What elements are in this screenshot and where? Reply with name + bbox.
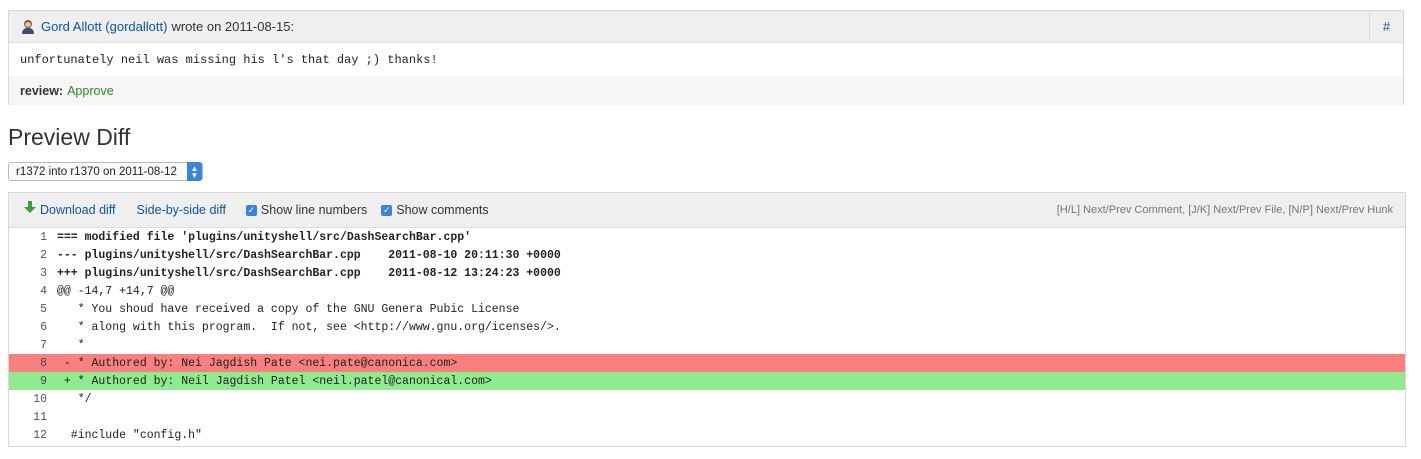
diff-line: 2 --- plugins/unityshell/src/DashSearchBa… bbox=[9, 246, 1405, 264]
line-text: === modified file 'plugins/unityshell/sr… bbox=[57, 230, 472, 244]
show-line-numbers-label: Show line numbers bbox=[260, 203, 368, 217]
diff-line: 10 */ bbox=[9, 390, 1405, 408]
comment-author-link[interactable]: Gord Allott (gordallott) bbox=[41, 19, 167, 34]
comment-permalink[interactable]: # bbox=[1369, 11, 1403, 42]
user-avatar-icon bbox=[21, 19, 35, 34]
review-label: review: bbox=[20, 83, 64, 98]
line-text: * You shoud have received a copy of the … bbox=[57, 302, 520, 316]
comment-box: Gord Allott (gordallott) wrote on 2011-0… bbox=[8, 10, 1404, 105]
line-text: --- plugins/unityshell/src/DashSearchBar… bbox=[57, 248, 561, 262]
comment-footer: review: Approve bbox=[9, 76, 1403, 105]
line-number: 11 bbox=[33, 410, 47, 424]
line-number: 9 bbox=[40, 374, 47, 388]
line-number: 4 bbox=[40, 284, 47, 298]
side-by-side-diff-link[interactable]: Side-by-side diff bbox=[137, 203, 226, 217]
line-text: @@ -14,7 +14,7 @@ bbox=[57, 284, 175, 298]
show-comments-label: Show comments bbox=[396, 203, 489, 217]
keyboard-shortcuts-hint: [H/L] Next/Prev Comment, [J/K] Next/Prev… bbox=[1056, 204, 1393, 216]
review-value: Approve bbox=[67, 83, 114, 98]
diff-line: 5 * You shoud have received a copy of th… bbox=[9, 300, 1405, 318]
line-number: 10 bbox=[33, 392, 47, 406]
revision-select-value: r1372 into r1370 on 2011-08-12 bbox=[16, 165, 177, 178]
select-arrows-icon: ▲ ▼ bbox=[187, 162, 202, 181]
line-number: 3 bbox=[40, 266, 47, 280]
diff-line-added: 9 + * Authored by: Neil Jagdish Patel <n… bbox=[9, 372, 1405, 390]
download-icon bbox=[23, 201, 37, 215]
line-text: * bbox=[57, 338, 85, 352]
comment-header: Gord Allott (gordallott) wrote on 2011-0… bbox=[9, 11, 1403, 43]
line-text: + * Authored by: Neil Jagdish Patel <nei… bbox=[57, 374, 492, 388]
diff-line: 11 bbox=[9, 408, 1405, 426]
diff-line: 6 * along with this program. If not, see… bbox=[9, 318, 1405, 336]
checkbox-checked-icon[interactable]: ✓ bbox=[245, 204, 257, 216]
line-text: */ bbox=[57, 392, 92, 406]
page-title: Preview Diff bbox=[8, 124, 131, 150]
line-number: 6 bbox=[40, 320, 47, 334]
comment-body: unfortunately neil was missing his l's t… bbox=[20, 52, 438, 67]
diff-content: 1 === modified file 'plugins/unityshell/s… bbox=[9, 228, 1405, 444]
comment-date: wrote on 2011-08-15: bbox=[171, 19, 295, 34]
diff-toolbar: Download diff Side-by-side diff ✓ Show l… bbox=[9, 193, 1405, 228]
diff-line: 3 +++ plugins/unityshell/src/DashSearchBa… bbox=[9, 264, 1405, 282]
line-text: - * Authored by: Nei Jagdish Pate <nei.p… bbox=[57, 356, 458, 370]
diff-line-removed: 8 - * Authored by: Nei Jagdish Pate <nei… bbox=[9, 354, 1405, 372]
line-text: * along with this program. If not, see <… bbox=[57, 320, 561, 334]
download-diff-link[interactable]: Download diff bbox=[40, 203, 116, 217]
show-comments-toggle[interactable]: ✓ Show comments bbox=[381, 203, 489, 217]
line-number: 1 bbox=[40, 230, 47, 244]
show-line-numbers-toggle[interactable]: ✓ Show line numbers bbox=[245, 203, 368, 217]
line-number: 12 bbox=[33, 428, 47, 442]
diff-line: 12 #include "config.h" bbox=[9, 426, 1405, 444]
diff-line: 4 @@ -14,7 +14,7 @@ bbox=[9, 282, 1405, 300]
line-number: 7 bbox=[40, 338, 47, 352]
diff-line: 7 * bbox=[9, 336, 1405, 354]
diff-line: 1 === modified file 'plugins/unityshell/s… bbox=[9, 228, 1405, 246]
line-number: 8 bbox=[40, 356, 47, 370]
line-text: #include "config.h" bbox=[57, 428, 202, 442]
line-number: 5 bbox=[40, 302, 47, 316]
revision-select[interactable]: r1372 into r1370 on 2011-08-12 ▲ ▼ bbox=[8, 162, 203, 181]
line-text: +++ plugins/unityshell/src/DashSearchBar… bbox=[57, 266, 561, 280]
line-number: 2 bbox=[40, 248, 47, 262]
checkbox-checked-icon[interactable]: ✓ bbox=[381, 204, 393, 216]
diff-panel: Download diff Side-by-side diff ✓ Show l… bbox=[8, 192, 1406, 447]
